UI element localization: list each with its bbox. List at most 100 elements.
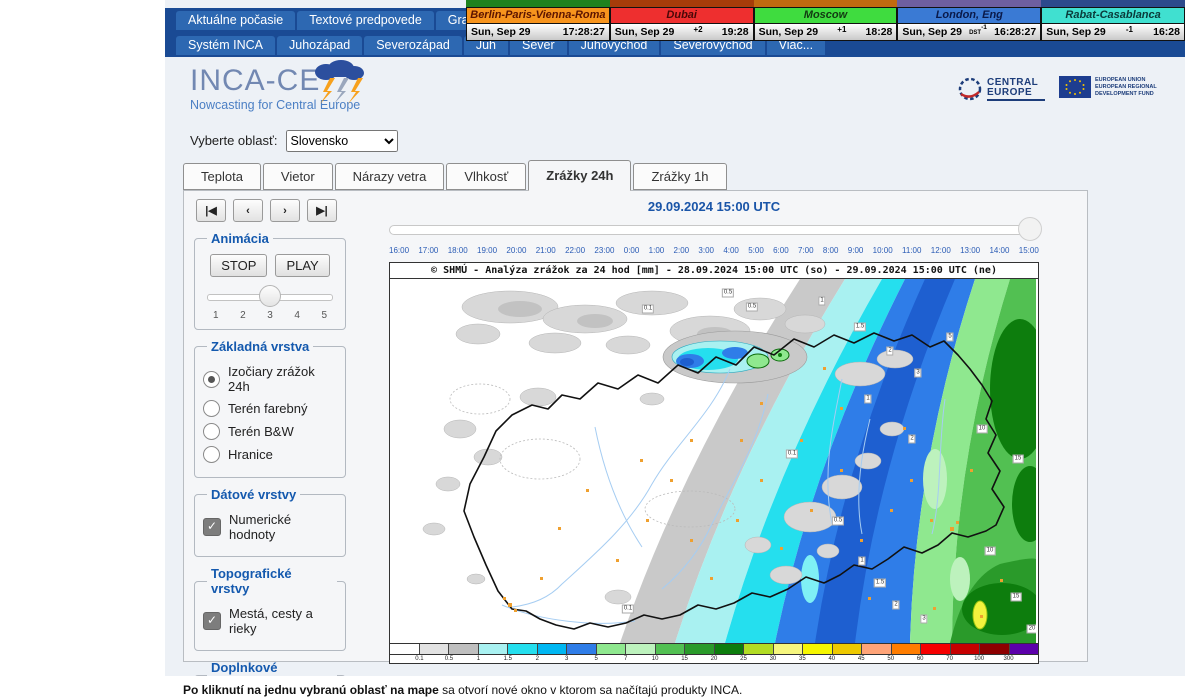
frame-step-buttons: |◀ ‹ › ▶|	[196, 199, 346, 222]
data-layers-fieldset: Dátové vrstvy ✓Numerické hodnoty	[194, 487, 346, 557]
tab-n-razy-vetra[interactable]: Nárazy vetra	[335, 163, 445, 190]
clock-body: Sun, Sep 29+118:28	[754, 23, 898, 41]
time-tick: 2:00	[674, 246, 690, 255]
tab-vlhkos[interactable]: Vlhkosť	[446, 163, 526, 190]
time-slider[interactable]	[389, 217, 1039, 241]
time-tick: 8:00	[823, 246, 839, 255]
time-tick: 9:00	[848, 246, 864, 255]
tatras-cluster	[663, 331, 807, 383]
clock-strip	[466, 0, 610, 7]
contour-label: 2	[886, 347, 893, 356]
checkbox-icon[interactable]: ✓	[203, 612, 221, 630]
tab-zr-ky-1h[interactable]: Zrážky 1h	[633, 163, 726, 190]
scale-label: 60	[917, 655, 924, 663]
ce-line2: EUROPE	[987, 88, 1045, 98]
base-layer-legend: Základná vrstva	[207, 339, 313, 354]
scale-cell	[508, 644, 538, 654]
contour-label: 10	[985, 547, 996, 556]
clock-date: Sun, Sep 29	[902, 26, 962, 38]
play-button[interactable]: PLAY	[275, 254, 329, 277]
contour-label: 15	[1011, 593, 1022, 602]
scale-cell	[390, 644, 420, 654]
scale-cell	[685, 644, 715, 654]
nav-tab-syst-m-inca[interactable]: Systém INCA	[176, 36, 275, 55]
time-tick: 3:00	[698, 246, 714, 255]
speed-slider-thumb[interactable]	[259, 285, 281, 307]
color-scale-labels: 0.10.511.5235710152025303540455060701003…	[390, 655, 1038, 663]
scale-label: 15	[681, 655, 688, 663]
radio-icon[interactable]	[203, 446, 220, 463]
contour-label: 1.5	[874, 579, 886, 588]
nav-tab-juhoz-pad[interactable]: Juhozápad	[277, 36, 362, 55]
world-clocks: Berlin-Paris-Vienna-RomaSun, Sep 2917:28…	[466, 0, 1185, 41]
scale-label: 50	[887, 655, 894, 663]
content-column: Aktuálne počasieTextové predpovedeGrafic…	[165, 0, 1185, 676]
radio-hranice[interactable]: Hranice	[203, 446, 337, 463]
animation-fieldset: Animácia STOP PLAY 12345	[194, 231, 346, 330]
scale-label: 0.5	[445, 655, 453, 663]
radio-label: Hranice	[228, 447, 273, 462]
data-layers-legend: Dátové vrstvy	[207, 487, 300, 502]
contour-label: 1	[858, 557, 865, 566]
stop-button[interactable]: STOP	[210, 254, 267, 277]
map-canvas[interactable]: 0.10.511.523510150.10.511.5231015200.10.…	[390, 279, 1036, 643]
eu-text: EUROPEAN UNION EUROPEAN REGIONAL DEVELOP…	[1095, 76, 1157, 98]
radio-icon[interactable]	[203, 400, 220, 417]
nav-tab-severoz-pad[interactable]: Severozápad	[364, 36, 462, 55]
clock-berlin-paris-vienna-roma: Berlin-Paris-Vienna-RomaSun, Sep 2917:28…	[466, 0, 610, 41]
checkbox-mest-cesty-a-rieky[interactable]: ✓ Mestá, cesty a rieky	[203, 606, 337, 636]
scale-cell	[715, 644, 745, 654]
clock-body: Sun, Sep 29-116:28	[1041, 23, 1185, 41]
time-tick: 11:00	[902, 246, 921, 255]
map-zone: 29.09.2024 15:00 UTC 16:0017:0018:0019:0…	[389, 199, 1039, 664]
animation-buttons: STOP PLAY	[203, 254, 337, 277]
radio-izo-iary-zr-ok-24h[interactable]: Izočiary zrážok 24h	[203, 364, 337, 394]
clock-city: Berlin-Paris-Vienna-Roma	[466, 7, 610, 23]
tab-zr-ky-24h[interactable]: Zrážky 24h	[528, 160, 631, 191]
contour-label: 10	[977, 425, 988, 434]
contour-label: 1	[818, 297, 825, 306]
speed-slider[interactable]	[207, 285, 333, 307]
checkbox-numerick-hodnoty[interactable]: ✓Numerické hodnoty	[203, 512, 337, 542]
first-frame-button[interactable]: |◀	[196, 199, 226, 222]
clock-time: 17:28:27	[563, 26, 605, 38]
clock-time: 16:28	[1153, 26, 1180, 38]
speed-label: 1	[213, 310, 219, 321]
nav-tab-textov-predpovede[interactable]: Textové predpovede	[297, 11, 434, 30]
contour-label: 1	[864, 395, 871, 404]
time-slider-thumb[interactable]	[1018, 217, 1042, 241]
speed-label: 4	[294, 310, 300, 321]
radio-ter-n-b-w[interactable]: Terén B&W	[203, 423, 337, 440]
last-frame-button[interactable]: ▶|	[307, 199, 337, 222]
time-ticks: 16:0017:0018:0019:0020:0021:0022:0023:00…	[389, 246, 1039, 255]
ce-underline	[987, 99, 1045, 101]
color-scale: 0.10.511.5235710152025303540455060701003…	[390, 643, 1038, 663]
base-layer-fieldset: Základná vrstva Izočiary zrážok 24h Terén…	[194, 339, 346, 478]
footer-rest: sa otvorí nové okno v ktorom sa načítajú…	[439, 683, 742, 697]
prev-frame-button[interactable]: ‹	[233, 199, 263, 222]
clock-body: Sun, Sep 2917:28:27	[466, 23, 610, 41]
region-select[interactable]: Slovensko	[286, 130, 398, 152]
scale-cell	[951, 644, 981, 654]
tab-vietor[interactable]: Vietor	[263, 163, 333, 190]
radio-icon[interactable]	[203, 371, 220, 388]
eu-line1: EUROPEAN UNION	[1095, 77, 1157, 84]
time-tick: 5:00	[748, 246, 764, 255]
contour-label: 0.1	[786, 450, 798, 459]
scale-label: 100	[974, 655, 984, 663]
clock-date: Sun, Sep 29	[1046, 26, 1106, 38]
contour-label: 20	[1027, 625, 1036, 634]
contour-label: 0.5	[746, 303, 758, 312]
time-slider-track[interactable]	[389, 225, 1039, 235]
tab-teplota[interactable]: Teplota	[183, 163, 261, 190]
contour-label: 2	[892, 601, 899, 610]
base-layer-options: Izočiary zrážok 24h Terén farebný Terén B&…	[203, 364, 337, 463]
next-frame-button[interactable]: ›	[270, 199, 300, 222]
nav-tab-aktu-lne-po-asie[interactable]: Aktuálne počasie	[176, 11, 295, 30]
checkbox-label: Mestá, cesty a rieky	[229, 606, 337, 636]
radio-icon[interactable]	[203, 423, 220, 440]
precipitation-map[interactable]: © SHMÚ - Analýza zrážok za 24 hod [mm] -…	[389, 262, 1039, 664]
checkbox-icon[interactable]: ✓	[203, 518, 221, 536]
radio-ter-n-farebn[interactable]: Terén farebný	[203, 400, 337, 417]
contour-label: 15	[1013, 455, 1024, 464]
